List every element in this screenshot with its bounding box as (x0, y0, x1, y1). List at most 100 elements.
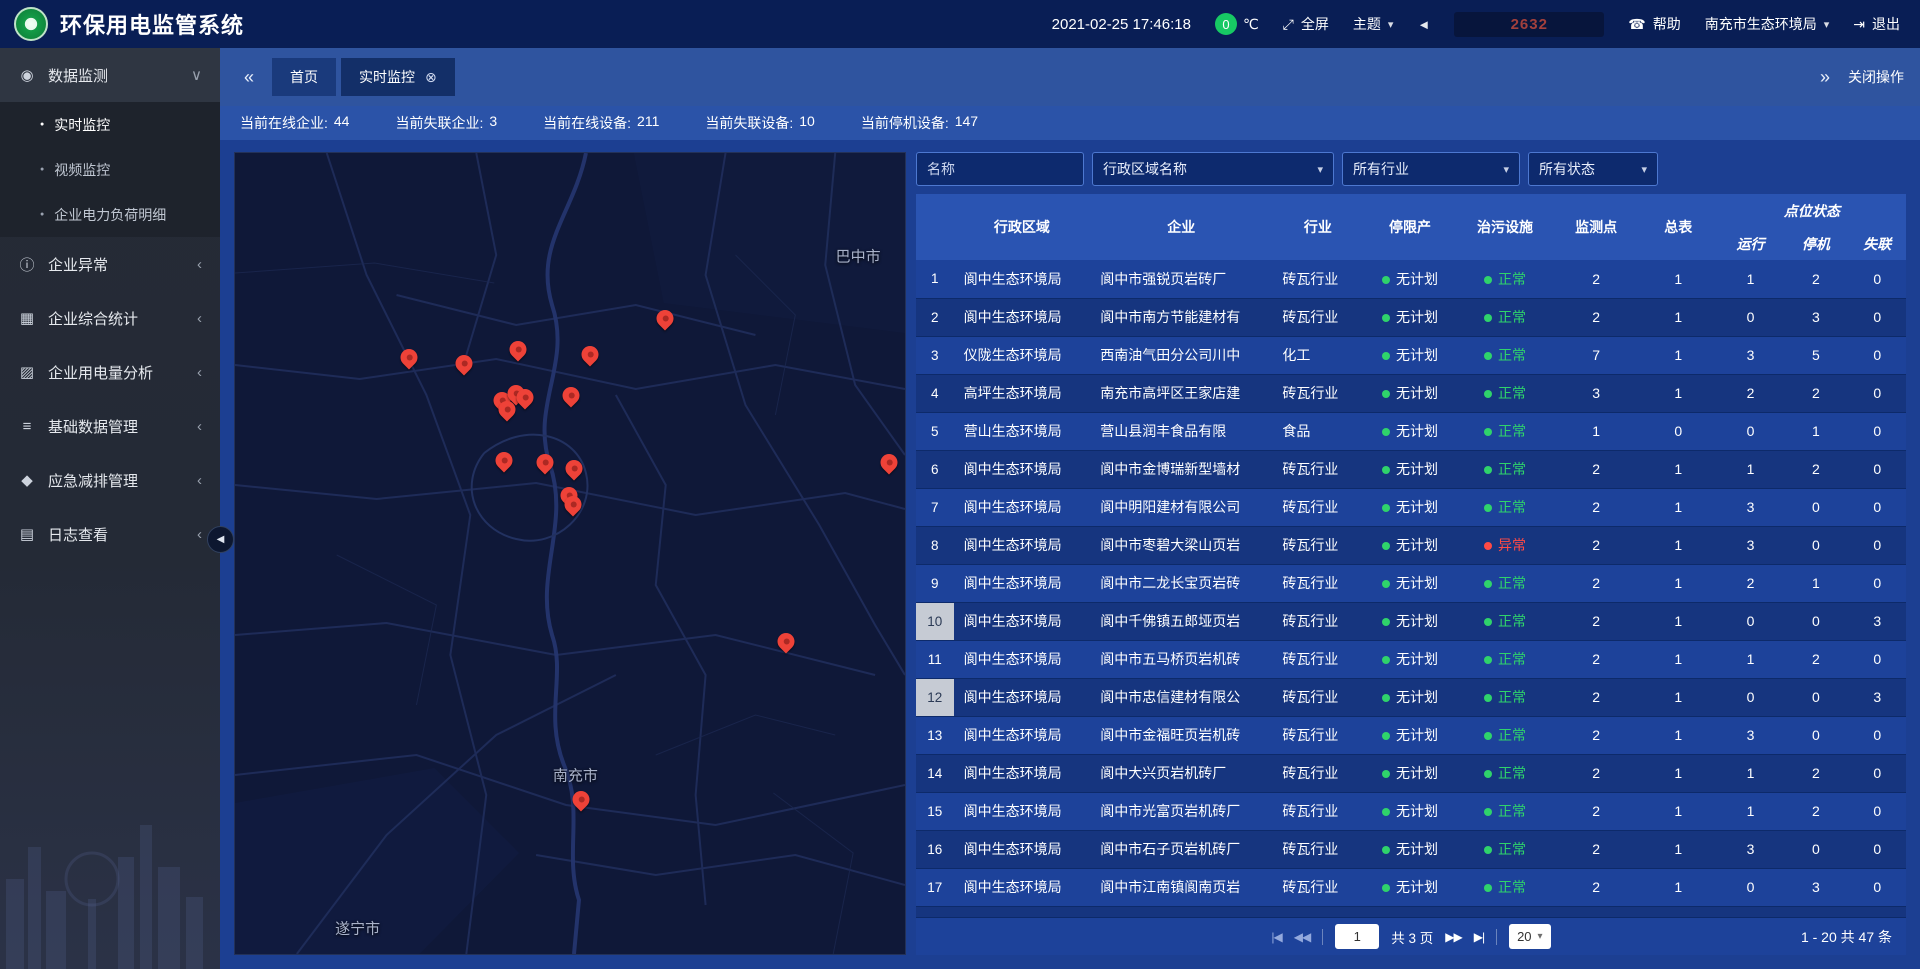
row-index: 6 (916, 450, 954, 488)
page-size-select[interactable]: 20 ▾ (1509, 924, 1551, 949)
sidebar-menu: ◉ 数据监测 ∨ ● 实时监控 ● (0, 48, 220, 561)
table-row[interactable]: 4 高坪生态环境局 南充市高坪区王家店建 砖瓦行业 无计划 正常 (916, 374, 1906, 412)
stat-label: 当前在线设备: (543, 113, 631, 133)
temperature: 0 ℃ (1215, 13, 1259, 35)
cell-limit: 无计划 (1363, 792, 1456, 830)
industry-filter-value: 所有行业 (1353, 159, 1409, 179)
org-label: 南充市生态环境局 (1705, 14, 1817, 34)
limit-text: 无计划 (1396, 575, 1438, 591)
tab[interactable]: 首页 (272, 58, 336, 96)
table-row[interactable]: 7 阆中生态环境局 阆中明阳建材有限公司 砖瓦行业 无计划 正常 (916, 488, 1906, 526)
row-index: 3 (916, 336, 954, 374)
page-number-input[interactable] (1335, 924, 1379, 949)
cell-points: 2 (1554, 564, 1639, 602)
speaker-icon[interactable]: ◄ (1417, 17, 1430, 32)
logout-button[interactable]: ⇥ 退出 (1853, 14, 1900, 34)
limit-text: 无计划 (1396, 499, 1438, 515)
header-actions: 2021-02-25 17:46:18 0 ℃ ⤢ 全屏 主题 ▾ ◄ 2632… (1052, 12, 1900, 37)
table-row[interactable]: 9 阆中生态环境局 阆中市二龙长宝页岩砖 砖瓦行业 无计划 正常 (916, 564, 1906, 602)
stat-value: 44 (334, 113, 350, 133)
divider (1496, 929, 1497, 945)
cell-run: 1 (1718, 792, 1783, 830)
sidebar-item[interactable]: ⓘ 企业异常 ‹ (0, 237, 220, 291)
limit-text: 无计划 (1396, 803, 1438, 819)
table-body: 1 阆中生态环境局 阆中市强锐页岩砖厂 砖瓦行业 无计划 正常 (916, 260, 1906, 917)
status-dot (1484, 846, 1492, 854)
cell-industry: 砖瓦行业 (1272, 678, 1363, 716)
cell-points: 2 (1554, 906, 1639, 917)
company-table: 行政区域 企业 行业 停限产 治污设施 监测点 总表 点位状态 (916, 194, 1906, 917)
tab-scroll-left-button[interactable]: « (236, 64, 262, 90)
fullscreen-button[interactable]: ⤢ 全屏 (1283, 14, 1329, 34)
theme-menu[interactable]: 主题 ▾ (1353, 14, 1394, 34)
status-dot (1382, 390, 1390, 398)
cell-limit: 无计划 (1363, 602, 1456, 640)
sidebar-item[interactable]: ≡ 基础数据管理 ‹ (0, 399, 220, 453)
cell-points: 2 (1554, 640, 1639, 678)
cell-company: 阆中市二龙长宝页岩砖 (1090, 564, 1272, 602)
status-dot (1484, 580, 1492, 588)
sidebar-item[interactable]: ● 企业电力负荷明细 (0, 192, 220, 237)
table-row[interactable]: 13 阆中生态环境局 阆中市金福旺页岩机砖 砖瓦行业 无计划 正常 (916, 716, 1906, 754)
industry-filter-select[interactable]: 所有行业 ▾ (1342, 152, 1520, 186)
cell-points: 2 (1554, 298, 1639, 336)
help-button[interactable]: ☎ 帮助 (1628, 14, 1680, 34)
table-row[interactable]: 1 阆中生态环境局 阆中市强锐页岩砖厂 砖瓦行业 无计划 正常 (916, 260, 1906, 298)
cell-company: 阆中明阳建材有限公司 (1090, 488, 1272, 526)
next-page-button[interactable]: ▶▶ (1445, 930, 1461, 944)
prev-page-button[interactable]: ◀◀ (1294, 930, 1310, 944)
cell-company: 阆中市石子页岩机砖厂 (1090, 830, 1272, 868)
last-page-button[interactable]: ▶| (1474, 930, 1484, 944)
chevron-down-icon: ▾ (1824, 18, 1830, 31)
sidebar-item[interactable]: ● 视频监控 (0, 147, 220, 192)
table-row[interactable]: 14 阆中生态环境局 阆中大兴页岩机砖厂 砖瓦行业 无计划 正常 (916, 754, 1906, 792)
limit-text: 无计划 (1396, 689, 1438, 705)
bullet-icon: ● (40, 121, 44, 128)
phone-icon: ☎ (1628, 16, 1645, 33)
record-range: 1 - 20 共 47 条 (1801, 927, 1892, 947)
table-row[interactable]: 5 营山生态环境局 营山县润丰食品有限 食品 无计划 正常 (916, 412, 1906, 450)
tab[interactable]: 实时监控 ⊗ (341, 58, 455, 96)
table-row[interactable]: 10 阆中生态环境局 阆中千佛镇五郎垭页岩 砖瓦行业 无计划 正常 (916, 602, 1906, 640)
tab-scroll-right-button[interactable]: » (1812, 64, 1838, 90)
cell-lost: 0 (1849, 792, 1907, 830)
sidebar-item[interactable]: ▨ 企业用电量分析 ‹ (0, 345, 220, 399)
table-row[interactable]: 6 阆中生态环境局 阆中市金博瑞新型墙材 砖瓦行业 无计划 正常 (916, 450, 1906, 488)
cell-lost: 0 (1849, 450, 1907, 488)
table-row[interactable]: 17 阆中生态环境局 阆中市江南镇阆南页岩 砖瓦行业 无计划 正常 (916, 868, 1906, 906)
sidebar-item[interactable]: ◆ 应急减排管理 ‹ (0, 453, 220, 507)
cell-facility: 正常 (1457, 792, 1554, 830)
stat-item: 当前在线设备: 211 (543, 113, 659, 133)
facility-text: 正常 (1498, 461, 1526, 477)
total-pages: 共 3 页 (1391, 927, 1433, 947)
name-filter-input[interactable] (916, 152, 1084, 186)
sidebar-item[interactable]: ▦ 企业综合统计 ‹ (0, 291, 220, 345)
table-row[interactable]: 16 阆中生态环境局 阆中市石子页岩机砖厂 砖瓦行业 无计划 正常 (916, 830, 1906, 868)
chevron-down-icon: ▾ (1641, 163, 1647, 176)
cell-region: 阆中生态环境局 (954, 488, 1091, 526)
tab-close-icon[interactable]: ⊗ (425, 69, 437, 86)
table-row[interactable]: 3 仪陇生态环境局 西南油气田分公司川中 化工 无计划 正常 (916, 336, 1906, 374)
map-canvas[interactable]: 巴中市南充市遂宁市 (234, 152, 906, 955)
sidebar-item[interactable]: ▤ 日志查看 ‹ (0, 507, 220, 561)
table-row[interactable]: 12 阆中生态环境局 阆中市忠信建材有限公 砖瓦行业 无计划 正常 (916, 678, 1906, 716)
sidebar-collapse-handle[interactable]: ◀ (207, 526, 234, 553)
cell-company: 阆中市南方节能建材有 (1090, 298, 1272, 336)
region-filter-select[interactable]: 行政区域名称 ▾ (1092, 152, 1334, 186)
table-row[interactable]: 15 阆中生态环境局 阆中市光富页岩机砖厂 砖瓦行业 无计划 正常 (916, 792, 1906, 830)
row-index: 11 (916, 640, 954, 678)
cell-industry: 砖瓦行业 (1272, 792, 1363, 830)
table-row[interactable]: 11 阆中生态环境局 阆中市五马桥页岩机砖 砖瓦行业 无计划 正常 (916, 640, 1906, 678)
table-row[interactable]: 18 南部生态环境局 南部县双佛页岩砖厂 砖瓦行业 无计划 正常 (916, 906, 1906, 917)
close-operations-button[interactable]: 关闭操作 (1848, 67, 1904, 87)
table-row[interactable]: 8 阆中生态环境局 阆中市枣碧大梁山页岩 砖瓦行业 无计划 异常 (916, 526, 1906, 564)
cell-stop: 0 (1783, 678, 1848, 716)
org-menu[interactable]: 南充市生态环境局 ▾ (1705, 14, 1830, 34)
status-filter-select[interactable]: 所有状态 ▾ (1528, 152, 1658, 186)
cell-facility: 正常 (1457, 602, 1554, 640)
city-skyline-decoration (0, 759, 220, 969)
first-page-button[interactable]: |◀ (1271, 930, 1281, 944)
sidebar-item[interactable]: ● 实时监控 (0, 102, 220, 147)
sidebar-item[interactable]: ◉ 数据监测 ∨ (0, 48, 220, 102)
table-row[interactable]: 2 阆中生态环境局 阆中市南方节能建材有 砖瓦行业 无计划 正常 (916, 298, 1906, 336)
